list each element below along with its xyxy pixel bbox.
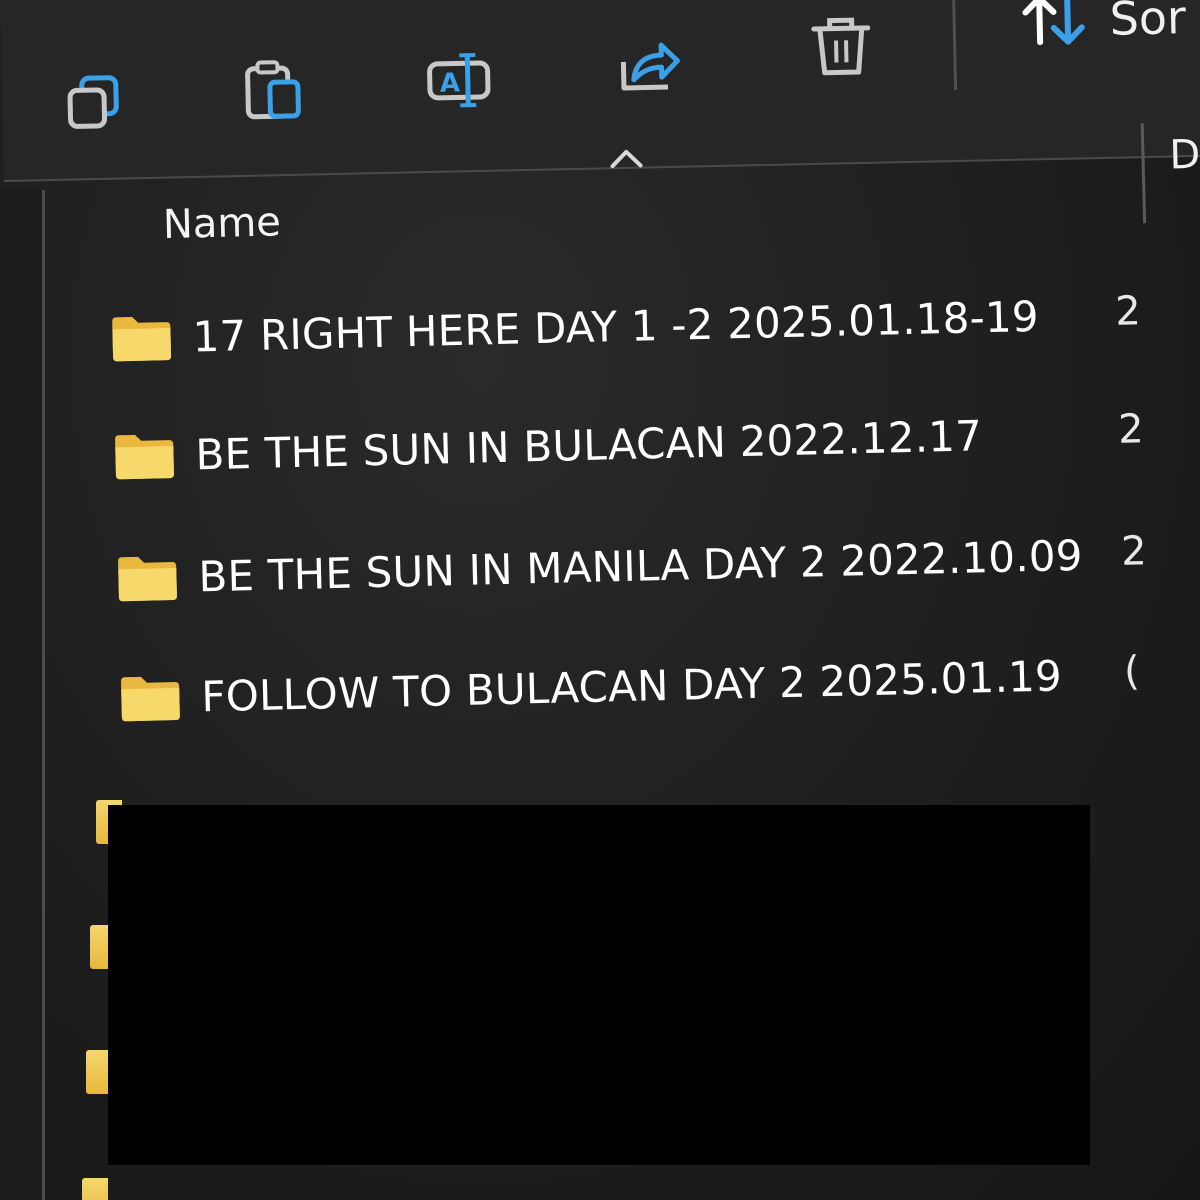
item-date: 2 xyxy=(1117,406,1145,453)
sort-label: Sor xyxy=(1109,0,1187,46)
folder-icon xyxy=(118,556,177,602)
column-separator[interactable] xyxy=(1140,123,1147,224)
folder-icon xyxy=(112,316,172,362)
sort-button[interactable]: Sor xyxy=(1015,0,1186,51)
copy-icon[interactable] xyxy=(59,67,130,138)
column-header-name[interactable]: Name xyxy=(162,199,281,248)
share-icon[interactable] xyxy=(613,31,684,102)
list-item[interactable]: FOLLOW TO BULACAN DAY 2 2025.01.19 xyxy=(118,632,1180,738)
file-explorer-window: A Sor Name D 17 RIGHT HERE DAY 1 -2 2025… xyxy=(0,0,1200,1200)
list-item[interactable]: BE THE SUN IN BULACAN 2022.12.17 xyxy=(113,391,1175,497)
rename-icon[interactable]: A xyxy=(423,45,494,116)
item-date: ( xyxy=(1123,648,1141,695)
paste-icon[interactable] xyxy=(237,56,308,127)
folder-icon xyxy=(82,1178,108,1200)
delete-icon[interactable] xyxy=(805,12,876,83)
item-name: BE THE SUN IN BULACAN 2022.12.17 xyxy=(194,410,983,479)
toolbar-divider xyxy=(951,0,958,91)
sort-ascending-caret-icon xyxy=(610,149,643,169)
item-name: FOLLOW TO BULACAN DAY 2 2025.01.19 xyxy=(200,650,1063,721)
redaction-box xyxy=(108,805,1090,1165)
item-date: 2 xyxy=(1114,288,1142,335)
navigation-pane[interactable] xyxy=(0,190,45,1200)
column-header-date[interactable]: D xyxy=(1169,132,1200,179)
item-date: 2 xyxy=(1120,528,1148,575)
sort-icon xyxy=(1022,0,1085,46)
item-name: BE THE SUN IN MANILA DAY 2 2022.10.09 xyxy=(197,530,1084,601)
list-item[interactable]: BE THE SUN IN MANILA DAY 2 2022.10.09 xyxy=(116,513,1178,619)
svg-text:A: A xyxy=(440,68,461,98)
item-name: 17 RIGHT HERE DAY 1 -2 2025.01.18-19 xyxy=(192,291,1040,361)
list-item[interactable]: 17 RIGHT HERE DAY 1 -2 2025.01.18-19 xyxy=(110,273,1172,379)
folder-icon xyxy=(121,676,180,722)
folder-icon xyxy=(115,434,174,480)
